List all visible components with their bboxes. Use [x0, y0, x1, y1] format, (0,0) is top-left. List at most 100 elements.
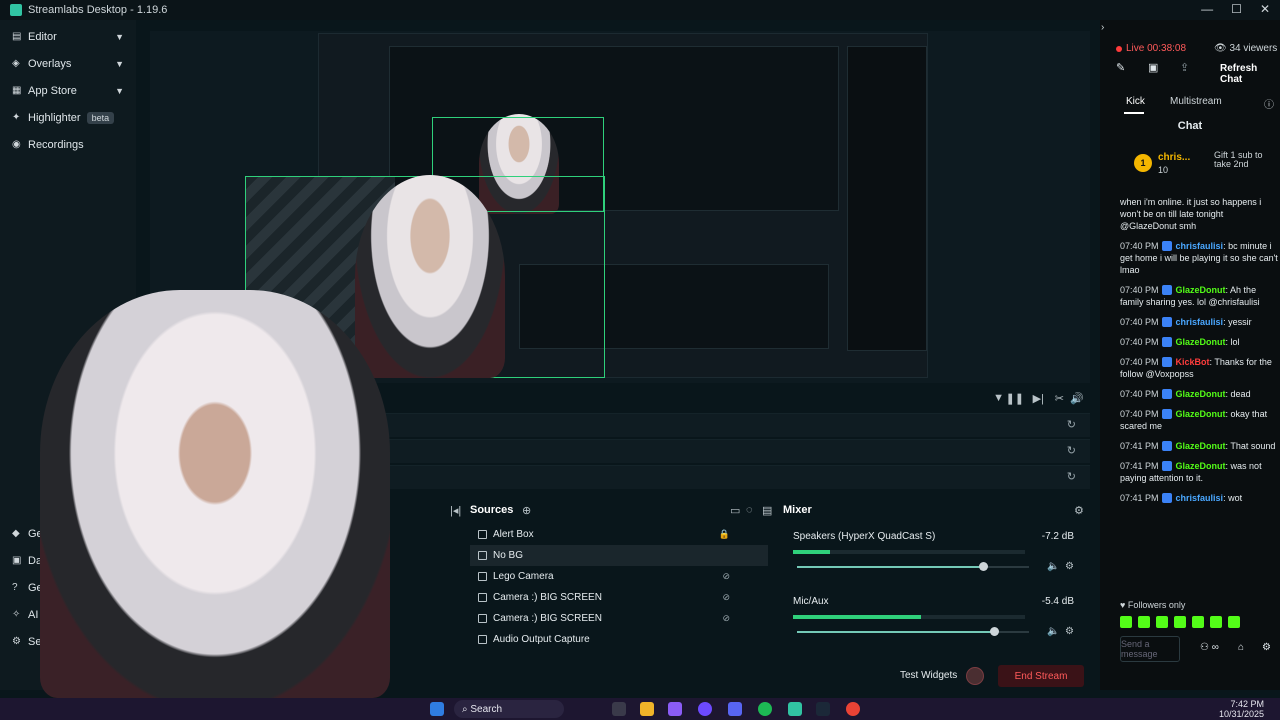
emote-icon[interactable] [1228, 616, 1240, 628]
emote-icon[interactable] [1192, 616, 1204, 628]
steam-icon[interactable] [816, 702, 830, 716]
scene-row[interactable]: ↻ [300, 465, 1090, 489]
hide-icon[interactable]: ◌ [746, 504, 753, 516]
reset-icon[interactable]: ↻ [1067, 444, 1076, 457]
pause-icon[interactable]: ❚❚ [1006, 392, 1024, 405]
discord-icon[interactable] [728, 702, 742, 716]
refresh-chat-button[interactable]: Refresh Chat [1220, 63, 1280, 85]
chat-username[interactable]: GlazeDonut [1173, 461, 1226, 471]
chat-username[interactable]: GlazeDonut [1173, 285, 1226, 295]
minimize-icon[interactable]: — [1201, 2, 1213, 16]
file-explorer-icon[interactable] [640, 702, 654, 716]
emote-icon[interactable] [1210, 616, 1222, 628]
filter-icon[interactable]: ▼ [993, 392, 1004, 404]
chat-username[interactable]: GlazeDonut [1173, 409, 1226, 419]
title-bar: Streamlabs Desktop - 1.19.6 — ☐ ✕ [0, 0, 1280, 20]
studio-mode-icon[interactable]: ✂ [1055, 392, 1064, 405]
chat-tools-icon[interactable]: ⚇ ∞ [1200, 642, 1219, 653]
mute-icon[interactable]: 🔈 [1047, 561, 1059, 572]
emote-icon[interactable] [1174, 616, 1186, 628]
store-icon[interactable]: ⌂ [1238, 642, 1244, 653]
reset-icon[interactable]: ↻ [1067, 418, 1076, 431]
gift-badge-icon: 1 [1134, 154, 1152, 172]
emote-icon[interactable] [1138, 616, 1150, 628]
folder-icon[interactable]: ▭ [730, 504, 740, 517]
sidebar-item-highlighter[interactable]: ✦ Highlighter beta [0, 104, 136, 131]
lock-icon[interactable]: 🔒 [719, 529, 730, 540]
add-source-icon[interactable]: ⊕ [522, 504, 531, 517]
chat-username[interactable]: chrisfaulisi [1173, 317, 1224, 327]
scene-row[interactable]: ↻ [300, 413, 1090, 437]
collapse-icon[interactable]: |◂| [450, 504, 461, 517]
widget-icon[interactable]: ▣ [1148, 61, 1158, 74]
app-icon[interactable] [668, 702, 682, 716]
source-type-icon [478, 551, 487, 560]
mixer-channel-db: -7.2 dB [1041, 531, 1074, 542]
share-icon[interactable]: ⇪ [1180, 61, 1189, 74]
emote-icon[interactable] [1120, 616, 1132, 628]
mute-icon[interactable]: 🔈 [1047, 626, 1059, 637]
chat-settings-icon[interactable]: ⚙ [1262, 642, 1271, 653]
slider-fill [797, 566, 983, 568]
hidden-icon[interactable]: ⊘ [722, 592, 730, 603]
end-stream-button[interactable]: End Stream [998, 665, 1084, 687]
volume-icon[interactable]: 🔊 [1070, 392, 1084, 405]
emote-bar[interactable] [1120, 616, 1270, 628]
sidebar-item-app-store[interactable]: ▦ App Store ▼ [0, 77, 136, 104]
source-item[interactable]: Lego Camera ⊘ [470, 566, 768, 587]
chat-username[interactable]: KickBot [1173, 357, 1210, 367]
test-widgets-button[interactable]: Test Widgets [900, 670, 957, 681]
chat-username[interactable]: GlazeDonut [1173, 337, 1226, 347]
chat-timestamp: 07:40 PM [1120, 357, 1162, 367]
source-type-icon [478, 530, 487, 539]
windows-start-icon[interactable] [430, 702, 444, 716]
ai-icon: ✧ [12, 608, 21, 620]
taskbar-search[interactable]: ⌕ Search [454, 700, 564, 718]
sidebar-item-recordings[interactable]: ◉ Recordings [0, 131, 136, 158]
chat-username[interactable]: chrisfaulisi [1173, 493, 1224, 503]
chat-username[interactable]: GlazeDonut [1173, 441, 1226, 451]
source-item[interactable]: Audio Output Capture [470, 629, 768, 650]
volume-slider[interactable] [797, 627, 1029, 636]
app-icon[interactable] [698, 702, 712, 716]
folder-add-icon[interactable]: ▤ [762, 504, 772, 517]
channel-settings-icon[interactable]: ⚙ [1065, 561, 1074, 572]
hidden-icon[interactable]: ⊘ [722, 613, 730, 624]
reset-icon[interactable]: ↻ [1067, 470, 1076, 483]
taskbar-clock[interactable]: 7:42 PM 10/31/2025 [1219, 699, 1264, 719]
emote-icon[interactable] [1156, 616, 1168, 628]
source-item[interactable]: Camera :) BIG SCREEN ⊘ [470, 608, 768, 629]
edit-icon[interactable]: ✎ [1116, 61, 1125, 74]
slider-knob[interactable] [978, 562, 988, 571]
hidden-icon[interactable]: ⊘ [722, 571, 730, 582]
sidebar-item-editor[interactable]: ▤ Editor ▼ [0, 23, 136, 50]
next-icon[interactable]: ▶| [1033, 392, 1044, 405]
chat-text: : dead [1225, 389, 1251, 399]
pinned-gift: 1 chris... 10 Gift 1 sub to take 2nd [1134, 151, 1274, 186]
streamlabs-icon[interactable] [788, 702, 802, 716]
channel-settings-icon[interactable]: ⚙ [1065, 626, 1074, 637]
sidebar-item-overlays[interactable]: ◈ Overlays ▼ [0, 50, 136, 77]
source-item-selected[interactable]: No BG [470, 545, 768, 566]
chrome-icon[interactable] [846, 702, 860, 716]
collapse-chevron-icon[interactable]: › [1101, 22, 1104, 33]
maximize-icon[interactable]: ☐ [1231, 2, 1242, 16]
source-item[interactable]: Alert Box 🔒 [470, 524, 768, 545]
rec-button[interactable] [966, 667, 984, 685]
chat-username[interactable]: GlazeDonut [1173, 389, 1226, 399]
chat-username[interactable]: chrisfaulisi [1173, 241, 1224, 251]
info-icon[interactable]: ⓘ [1264, 96, 1274, 111]
mixer-settings-icon[interactable]: ⚙ [1074, 504, 1084, 517]
close-icon[interactable]: ✕ [1260, 2, 1270, 16]
scene-row[interactable]: ↻ [300, 439, 1090, 463]
spotify-icon[interactable] [758, 702, 772, 716]
task-view-icon[interactable] [612, 702, 626, 716]
mixer-title: Mixer [783, 504, 812, 516]
badge-icon [1162, 285, 1173, 295]
volume-slider[interactable] [797, 562, 1029, 571]
tab-multistream[interactable]: Multistream [1170, 96, 1222, 107]
source-item[interactable]: Camera :) BIG SCREEN ⊘ [470, 587, 768, 608]
chat-message-input[interactable]: Send a message [1120, 636, 1180, 662]
slider-knob[interactable] [990, 627, 1000, 636]
tab-kick[interactable]: Kick [1126, 96, 1145, 107]
